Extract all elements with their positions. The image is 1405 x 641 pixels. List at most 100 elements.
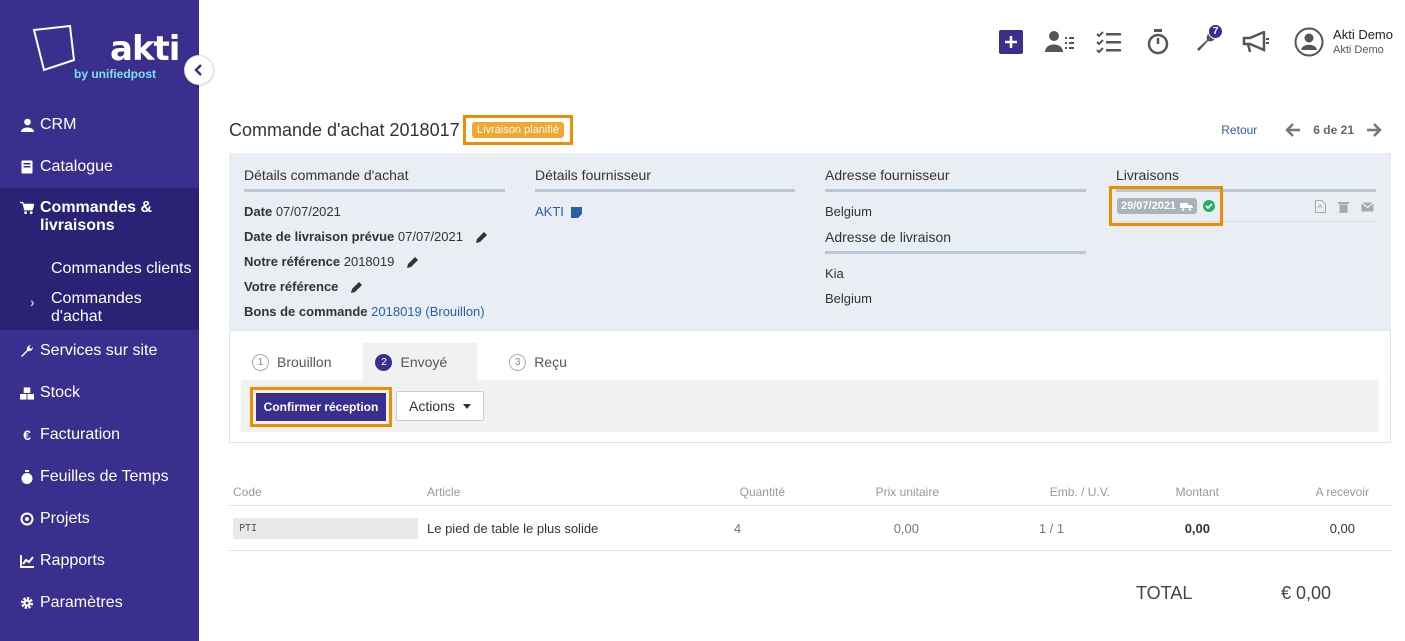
user-menu[interactable]: Akti Demo Akti Demo [1294,27,1393,57]
sidebar-item-parametres[interactable]: Paramètres [0,582,199,624]
user-icon [20,118,34,132]
sidebar-item-catalogue[interactable]: Catalogue [0,146,199,188]
workflow-panel: 1 Brouillon 2 Envoyé 3 Reçu Confirmer ré… [229,330,1391,443]
code-cell: PTI [233,506,418,550]
book-icon [20,160,34,174]
logo-shape-icon [32,24,76,72]
amount-cell: 0,00 [1184,520,1210,536]
trash-icon[interactable] [1338,201,1349,213]
actions-dropdown[interactable]: Actions [396,391,484,421]
wrench-icon [20,344,34,358]
cart-icon [20,201,34,215]
pencil-icon[interactable] [350,281,363,294]
arrow-right-icon[interactable] [1366,123,1382,137]
akti-logo[interactable]: akti by unifiedpost [30,24,180,84]
order-details-column: Détails commande d'achat Date 07/07/2021… [244,167,505,319]
field-label: Votre référence [244,279,339,295]
sidebar: akti by unifiedpost CRM Catalogue Comman… [0,0,199,641]
pdf-icon[interactable] [1315,200,1326,213]
your-reference-row: Votre référence [244,279,505,294]
pencil-icon[interactable] [475,231,488,244]
delivery-date-row: Date de livraison prévue 07/07/2021 [244,229,505,244]
delivery-chip[interactable]: 29/07/2021 [1117,198,1198,214]
supplier-row: AKTI [535,204,795,219]
sidebar-subitem-commandes-clients[interactable]: Commandes clients [0,248,199,290]
step-number: 3 [509,353,527,371]
table-row[interactable]: PTI Le pied de table le plus solide 4 0,… [229,506,1391,551]
sidebar-item-label: Paramètres [40,594,123,611]
column-header: Montant [1175,484,1219,499]
address-line: Belgium [825,291,872,306]
address-line: Belgium [825,204,872,219]
column-header: Quantité [739,484,785,499]
user-name: Akti Demo [1333,27,1393,42]
back-link[interactable]: Retour [1221,123,1257,137]
order-lines-table: Code Article Quantité Prix unitaire Emb.… [229,478,1391,551]
column-header: A recevoir [1315,484,1369,499]
step-envoye[interactable]: 2 Envoyé [363,343,478,381]
gear-icon [20,596,34,610]
section-title: Adresse fournisseur [825,167,1086,192]
article-cell: Le pied de table le plus solide [427,520,599,536]
euro-icon: € [23,427,31,443]
add-button[interactable] [995,26,1027,58]
timer-button[interactable] [1142,26,1174,58]
pager-count: 6 de 21 [1313,123,1354,137]
chevron-left-icon [194,64,202,76]
field-label: Date de livraison prévue [244,229,395,244]
sidebar-item-label: Stock [40,384,81,401]
tasks-button[interactable] [1093,26,1125,58]
sidebar-item-projets[interactable]: Projets [0,498,199,540]
purchase-orders-row: Bons de commande 2018019 (Brouillon) [244,304,505,319]
checklist-icon [1096,31,1122,53]
avatar-icon [1294,27,1324,57]
sidebar-item-commandes[interactable]: Commandes & livraisons [0,188,199,248]
column-header: Article [427,484,461,499]
stopwatch-icon [1147,29,1169,55]
arrow-left-icon[interactable] [1285,123,1301,137]
price-cell: 0,00 [893,520,919,536]
our-reference-row: Notre référence 2018019 [244,254,505,269]
sidebar-item-facturation[interactable]: € Facturation [0,414,199,456]
check-circle-icon [1203,200,1216,212]
announcements-button[interactable] [1240,26,1272,58]
tools-button[interactable]: 7 [1191,24,1224,58]
field-label: Date [244,204,273,219]
sidebar-item-crm[interactable]: CRM [0,104,199,146]
sidebar-item-label: Feuilles de Temps [40,468,169,485]
email-icon[interactable] [1361,201,1374,212]
contacts-button[interactable] [1044,26,1076,58]
action-bar: Confirmer réception Actions [241,380,1379,432]
status-badge: Livraison planifié [472,122,564,138]
sidebar-subitem-commandes-achat[interactable]: › Commandes d'achat [0,290,199,330]
step-recu[interactable]: 3 Reçu [497,343,579,381]
confirm-reception-button[interactable]: Confirmer réception [255,393,387,421]
field-label: Notre référence [244,254,341,270]
column-header: Emb. / U.V. [1049,484,1110,499]
sidebar-item-feuilles-temps[interactable]: Feuilles de Temps [0,456,199,498]
pencil-icon[interactable] [406,256,419,269]
sidebar-item-stock[interactable]: Stock [0,372,199,414]
page-title: Commande d'achat 2018017 [229,120,460,140]
purchase-order-link[interactable]: 2018019 (Brouillon) [371,304,484,319]
sidebar-subitem-label: Commandes d'achat [51,290,142,325]
sidebar-item-services[interactable]: Services sur site [0,330,199,372]
section-title: Adresse de livraison [825,229,1086,254]
step-label: Reçu [534,354,567,370]
contact-list-icon [1045,31,1075,52]
note-icon[interactable] [570,207,582,219]
plus-icon [999,30,1024,54]
stopwatch-icon [20,470,34,484]
supplier-link[interactable]: AKTI [535,204,564,219]
address-line: Kia [825,266,844,281]
sidebar-collapse-button[interactable] [184,55,214,85]
sidebar-item-rapports[interactable]: Rapports [0,540,199,582]
boxes-icon [20,386,34,400]
section-title: Détails fournisseur [535,167,795,192]
field-value: 2018019 [343,254,395,270]
sidebar-item-label: Commandes & livraisons [40,199,153,234]
main-nav: CRM Catalogue Commandes & livraisons Com… [0,104,199,624]
target-icon [20,512,34,526]
status-highlight: Livraison planifié [463,115,573,145]
step-brouillon[interactable]: 1 Brouillon [240,343,343,381]
